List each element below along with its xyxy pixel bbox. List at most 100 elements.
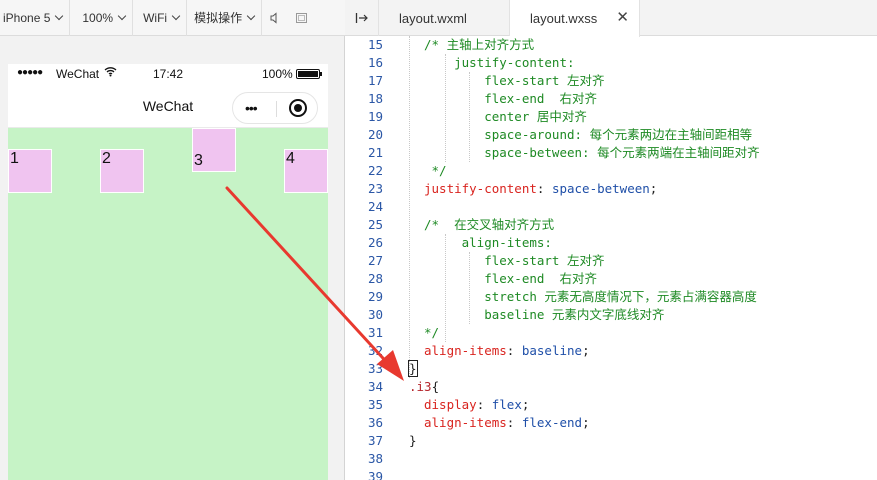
code-token: }	[409, 433, 417, 448]
line-number: 23	[367, 181, 383, 196]
window-icon[interactable]	[288, 0, 314, 36]
code-token: :	[506, 343, 522, 358]
code-token: baseline 元素内文字底线对齐	[424, 307, 665, 322]
speaker-icon[interactable]	[262, 0, 288, 36]
flex-container: 1 2 3 4	[8, 128, 328, 480]
code-token: space-between	[551, 181, 650, 196]
code-text: flex-start 左对齐	[424, 72, 604, 90]
zoom-select-label: 100%	[82, 10, 114, 25]
code-line: 39	[345, 468, 877, 480]
code-area[interactable]: 15/* 主轴上对齐方式 16 justify-content: 17 flex-s…	[345, 36, 877, 480]
network-select-label: WiFi	[143, 10, 168, 25]
line-number: 17	[367, 73, 383, 88]
battery-icon	[296, 69, 322, 79]
code-text: /* 在交叉轴对齐方式	[424, 216, 554, 234]
code-token: flex-start 左对齐	[424, 253, 605, 268]
indent-guide	[469, 252, 470, 324]
code-line: 34 .i3{	[345, 378, 877, 396]
code-text: .i3{	[409, 378, 439, 396]
code-text: align-items: baseline;	[424, 342, 590, 360]
code-text: space-between: 每个元素两端在主轴间距对齐	[424, 144, 760, 162]
code-token: :	[476, 397, 492, 412]
code-token: justify-content:	[424, 55, 575, 70]
flex-item-label: 4	[286, 150, 295, 167]
operation-select[interactable]: 模拟操作	[187, 0, 263, 36]
code-text: space-around: 每个元素两边在主轴间距相等	[424, 126, 752, 144]
line-number: 21	[367, 145, 383, 160]
code-text: }	[408, 360, 418, 378]
simulator-toolbar: iPhone 5 100% WiFi 模拟操作	[0, 0, 345, 36]
code-token: flex	[491, 397, 522, 412]
navigation-bar: WeChat •••	[8, 84, 328, 128]
line-number: 20	[367, 127, 383, 142]
code-text: /* 主轴上对齐方式	[424, 36, 534, 54]
code-token: ;	[582, 415, 590, 430]
code-line: 28 flex-end 右对齐	[345, 270, 877, 288]
code-text: center 居中对齐	[424, 108, 587, 126]
capsule-divider	[276, 101, 277, 117]
chevron-down-icon	[55, 11, 64, 20]
code-token: center 居中对齐	[424, 109, 587, 124]
code-token: flex-end 右对齐	[424, 91, 597, 106]
line-number: 19	[367, 109, 383, 124]
chevron-down-icon	[246, 11, 256, 20]
code-token: ;	[649, 181, 658, 196]
code-text: display: flex;	[424, 396, 529, 414]
line-number: 29	[367, 289, 383, 304]
flex-item-2: 2	[100, 149, 144, 193]
operation-select-label: 模拟操作	[194, 11, 243, 25]
chevron-down-icon	[171, 11, 181, 20]
close-target-icon[interactable]	[289, 99, 307, 117]
code-line: 17 flex-start 左对齐	[345, 72, 877, 90]
code-line: 26 align-items:	[345, 234, 877, 252]
phone-screen: ●●●●● WeChat 17:42 100% WeChat ••• 1 2 3…	[8, 64, 328, 480]
tab-layout-wxss[interactable]: layout.wxss ✕	[510, 0, 640, 37]
code-line: 29 stretch 元素无高度情况下，元素占满容器高度	[345, 288, 877, 306]
code-token: {	[431, 379, 440, 394]
code-text: flex-start 左对齐	[424, 252, 605, 270]
code-line: 36 align-items: flex-end;	[345, 414, 877, 432]
code-token: }	[408, 360, 418, 377]
close-icon[interactable]: ✕	[616, 10, 629, 25]
tab-layout-wxml[interactable]: layout.wxml	[379, 0, 510, 36]
line-number: 25	[367, 217, 383, 232]
code-line: 33}	[345, 360, 877, 378]
code-token: space-between: 每个元素两端在主轴间距对齐	[424, 145, 760, 160]
indent-guide	[445, 234, 446, 342]
code-text: justify-content: space-between;	[424, 180, 657, 198]
code-line: 16 justify-content:	[345, 54, 877, 72]
code-text: align-items:	[424, 234, 552, 252]
sidebar-toggle-icon[interactable]	[345, 0, 379, 36]
line-number: 22	[367, 163, 383, 178]
code-text: */	[424, 324, 439, 342]
zoom-select[interactable]: 100%	[70, 0, 134, 36]
code-line: 23 justify-content: space-between;	[345, 180, 877, 198]
line-number: 26	[367, 235, 383, 250]
device-select[interactable]: iPhone 5	[0, 0, 71, 36]
tab-label: layout.wxml	[399, 10, 467, 26]
code-line: 22 */	[345, 162, 877, 180]
device-select-label: iPhone 5	[3, 10, 51, 25]
code-token: flex-end 右对齐	[424, 271, 597, 286]
code-token: ;	[582, 343, 590, 358]
line-number: 36	[367, 415, 383, 430]
code-text: baseline 元素内文字底线对齐	[424, 306, 664, 324]
line-number: 31	[367, 325, 383, 340]
more-button[interactable]: •••	[245, 100, 258, 116]
battery-percent: 100%	[262, 67, 293, 81]
status-bar: ●●●●● WeChat 17:42 100%	[8, 64, 328, 84]
line-number: 15	[367, 37, 383, 52]
flex-item-label: 3	[194, 152, 203, 169]
flex-item-3: 3	[192, 128, 236, 172]
network-select[interactable]: WiFi	[133, 0, 188, 36]
battery-fill	[298, 71, 318, 77]
code-token: :	[536, 181, 552, 196]
code-line: 32 align-items: baseline;	[345, 342, 877, 360]
line-number: 16	[367, 55, 383, 70]
code-token: ;	[521, 397, 530, 412]
code-token: :	[506, 415, 522, 430]
code-line: 21 space-between: 每个元素两端在主轴间距对齐	[345, 144, 877, 162]
line-number: 39	[367, 469, 383, 480]
code-text: flex-end 右对齐	[424, 90, 597, 108]
code-text: flex-end 右对齐	[424, 270, 597, 288]
